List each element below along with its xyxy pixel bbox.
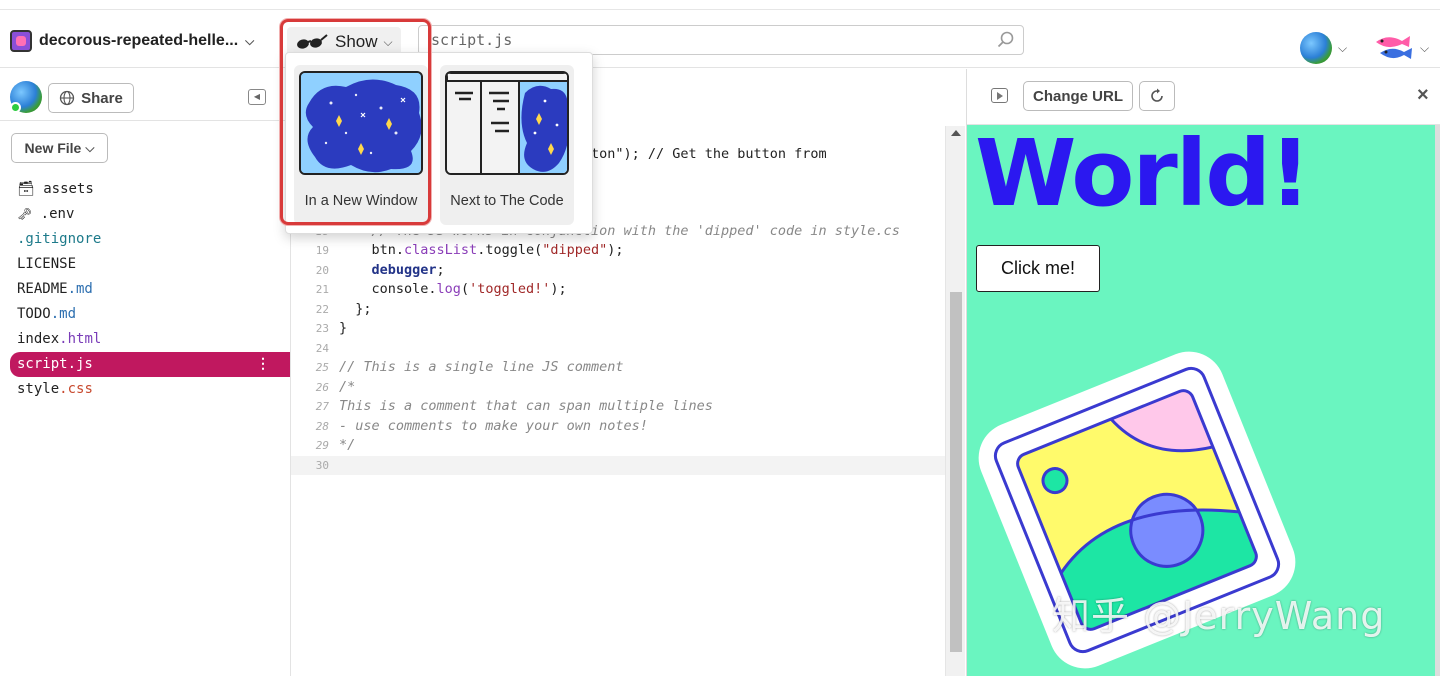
file-name: LICENSE: [17, 256, 77, 272]
file-name: index: [17, 331, 60, 347]
key-icon: 🗝: [17, 207, 33, 221]
user-avatar[interactable]: [10, 81, 42, 113]
chevron-down-icon: ⌵: [1338, 40, 1348, 55]
user-avatar: [1300, 32, 1332, 64]
archive-icon: 🗃: [17, 181, 35, 197]
collapse-sidebar-icon[interactable]: ◀: [248, 89, 266, 105]
file-item-gitignore[interactable]: .gitignore: [0, 227, 290, 252]
globe-icon: [59, 90, 75, 106]
file-name: README: [17, 281, 68, 297]
code-line-29: 29 */: [315, 437, 356, 453]
user-menu[interactable]: ⌵: [1300, 32, 1347, 64]
team-menu[interactable]: ⌵: [1374, 33, 1429, 63]
file-item-assets[interactable]: 🗃 assets: [0, 177, 290, 202]
close-icon[interactable]: ×: [1417, 84, 1429, 107]
code-line-21: 21 console.log('toggled!');: [315, 281, 567, 297]
editor-scrollbar[interactable]: [945, 126, 965, 676]
file-item-license[interactable]: LICENSE: [0, 252, 290, 277]
search-box[interactable]: [418, 25, 1024, 55]
click-me-label: Click me!: [1000, 258, 1075, 278]
file-name: script.js: [17, 356, 93, 372]
preview-heading: World!: [975, 125, 1311, 227]
refresh-icon: [1151, 88, 1163, 102]
change-url-button[interactable]: Change URL: [1023, 81, 1133, 111]
option-next-to-code[interactable]: Next to The Code: [440, 65, 574, 225]
file-item-style[interactable]: style.css: [0, 377, 290, 402]
search-icon[interactable]: [997, 31, 1015, 49]
search-input[interactable]: [419, 26, 979, 54]
file-ext: .html: [59, 331, 102, 347]
code-line-24: 24: [315, 341, 329, 355]
reload-button[interactable]: [1139, 81, 1175, 111]
window-top-strip: [0, 0, 1440, 10]
file-name: assets: [43, 181, 94, 197]
online-status-icon: [10, 102, 21, 113]
scroll-up-icon[interactable]: [951, 130, 961, 136]
project-icon: [10, 30, 32, 52]
chevron-down-icon: ⌵: [1420, 40, 1430, 55]
code-line-23: 23}: [315, 320, 348, 336]
scroll-thumb[interactable]: [950, 292, 962, 652]
option-label: Next to The Code: [450, 193, 564, 209]
chevron-down-icon: ⌵: [245, 33, 255, 48]
file-ext: .css: [59, 381, 93, 397]
change-url-label: Change URL: [1033, 87, 1123, 105]
code-line-22: 22 };: [315, 300, 372, 317]
file-ext: .md: [50, 306, 77, 322]
code-line-20: 20 debugger;: [315, 261, 445, 278]
click-me-button[interactable]: Click me!: [976, 245, 1100, 292]
file-tree: 🗃 assets 🗝 .env .gitignore LICENSE READM…: [0, 177, 290, 402]
new-file-label: New File: [24, 140, 82, 156]
sidebar: Share ◀ New File ⌵ 🗃 assets 🗝 .env .giti…: [0, 69, 291, 676]
more-options-icon[interactable]: ⋮: [256, 352, 270, 377]
highlight-box: [280, 19, 431, 225]
preview-toolbar: Change URL ×: [967, 69, 1440, 125]
code-line-28: 28- use comments to make your own notes!: [315, 417, 648, 434]
watermark-text: 知乎 @JerryWang: [1052, 594, 1386, 638]
preview-scrollbar[interactable]: [1435, 125, 1440, 676]
file-name: TODO: [17, 306, 51, 322]
next-to-code-illustration: [445, 71, 569, 175]
code-line-26: 26/*: [315, 378, 356, 395]
file-name: .env: [40, 206, 75, 222]
project-name: decorous-repeated-helle...: [39, 32, 239, 49]
code-line-25: 25// This is a single line JS comment: [315, 359, 624, 375]
share-label: Share: [81, 89, 123, 107]
code-line-19: 19 btn.classList.toggle("dipped");: [315, 242, 624, 258]
file-name: .gitignore: [17, 231, 102, 247]
file-name: style: [17, 381, 60, 397]
chevron-down-icon: ⌵: [85, 140, 95, 155]
play-icon[interactable]: [991, 88, 1008, 103]
file-item-env[interactable]: 🗝 .env: [0, 202, 290, 227]
sidebar-header: Share ◀: [0, 69, 290, 121]
file-item-index[interactable]: index.html: [0, 327, 290, 352]
new-file-button[interactable]: New File ⌵: [11, 133, 108, 163]
file-item-readme[interactable]: README.md: [0, 277, 290, 302]
top-bar: decorous-repeated-helle... ⌵ Show ⌵ ⌵ ⌵: [0, 10, 1440, 68]
project-menu[interactable]: decorous-repeated-helle... ⌵: [10, 28, 254, 54]
fish-logo-icon: [1376, 36, 1412, 59]
file-item-todo[interactable]: TODO.md: [0, 302, 290, 327]
share-button[interactable]: Share: [48, 83, 134, 113]
code-line-30: 30: [291, 455, 946, 475]
file-ext: .md: [67, 281, 93, 297]
file-item-script[interactable]: script.js ⋮: [10, 352, 290, 377]
code-line-27: 27 This is a comment that can span multip…: [315, 398, 713, 414]
